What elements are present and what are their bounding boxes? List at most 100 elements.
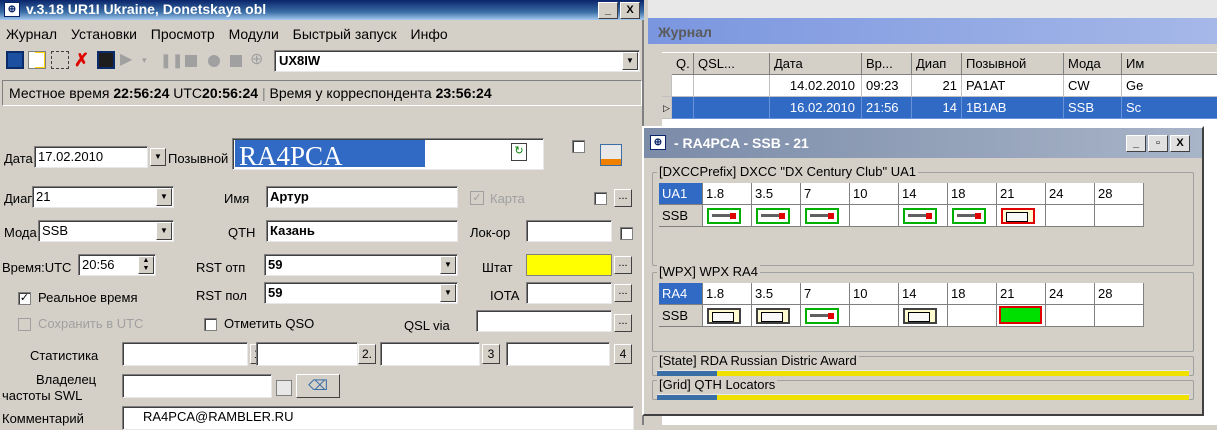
stat-button-4[interactable]: 4 <box>614 344 632 364</box>
iota-more-button[interactable]: ... <box>614 284 632 302</box>
band-status-cell[interactable] <box>1095 305 1144 327</box>
col-callsign[interactable]: Позывной <box>962 53 1064 75</box>
table-row[interactable]: 14.02.2010 09:23 21 PA1AT CW Ge <box>662 75 1217 97</box>
qsl-via-label: QSL via <box>404 318 450 333</box>
rst-rcvd-combo[interactable]: 59 ▼ <box>264 282 458 304</box>
chevron-down-icon[interactable]: ▼ <box>440 284 456 302</box>
band-status-cell[interactable] <box>1095 205 1144 227</box>
iota-input[interactable] <box>526 282 612 304</box>
col-qsl[interactable]: QSL... <box>694 53 770 75</box>
minimize-button[interactable]: _ <box>598 2 618 19</box>
stop2-icon[interactable] <box>230 55 242 67</box>
band-status-cell[interactable] <box>801 205 850 227</box>
map-option-checkbox[interactable] <box>594 192 607 205</box>
dxcc-table: UA1 SSB 1.8 3.5 7 10 14 18 21 24 28 <box>659 183 1193 229</box>
locator-checkbox[interactable] <box>620 227 633 240</box>
cancel-edit-icon[interactable]: ✗ <box>74 51 92 69</box>
band-status-cell[interactable] <box>948 305 997 327</box>
eraser-button[interactable]: ⌫ <box>296 374 340 398</box>
date-field[interactable]: 17.02.2010 <box>34 146 148 168</box>
new-file-icon[interactable] <box>28 51 46 69</box>
chevron-down-icon[interactable]: ▼ <box>156 222 172 240</box>
owner-swl-input[interactable] <box>122 374 272 398</box>
mode-combo[interactable]: SSB ▼ <box>38 220 174 242</box>
col-time[interactable]: Вр... <box>862 53 912 75</box>
name-input[interactable]: Артур <box>266 186 458 208</box>
band-combo[interactable]: 21 ▼ <box>32 186 174 208</box>
cell-callsign: 1B1AB <box>962 97 1064 119</box>
menu-settings[interactable]: Установки <box>71 26 137 42</box>
callsign-checkbox[interactable] <box>572 140 585 153</box>
band-status-cell[interactable] <box>850 205 899 227</box>
band-status-cell[interactable] <box>752 305 801 327</box>
stop-icon[interactable] <box>185 55 197 67</box>
comment-input[interactable]: RA4PCA@RAMBLER.RU <box>122 406 634 430</box>
qsl-via-more-button[interactable]: ... <box>614 314 632 332</box>
save-qso-icon[interactable] <box>600 144 622 166</box>
date-dropdown-button[interactable]: ▼ <box>150 148 166 166</box>
col-name[interactable]: Им <box>1122 53 1217 75</box>
record-icon[interactable] <box>208 55 220 67</box>
menu-quick-launch[interactable]: Быстрый запуск <box>293 26 397 42</box>
col-band[interactable]: Диап <box>912 53 962 75</box>
band-status-cell[interactable] <box>1046 305 1095 327</box>
chevron-down-icon[interactable]: ▼ <box>622 52 638 70</box>
map-more-button[interactable]: ... <box>614 189 632 207</box>
band-status-cell[interactable] <box>899 305 948 327</box>
realtime-checkbox[interactable]: ✓ <box>18 292 31 305</box>
menu-view[interactable]: Просмотр <box>151 26 215 42</box>
band-status-cell[interactable] <box>850 305 899 327</box>
rst-sent-combo[interactable]: 59 ▼ <box>264 254 458 276</box>
dropdown-small-icon[interactable]: ▾ <box>142 51 160 69</box>
save-icon[interactable] <box>6 51 24 69</box>
plug-icon[interactable]: ⊕ <box>250 51 268 69</box>
pause-icon[interactable]: ❚❚ <box>160 51 183 69</box>
maximize-button[interactable]: ▫ <box>1148 135 1168 152</box>
band-status-cell[interactable] <box>703 205 752 227</box>
close-button[interactable]: X <box>620 2 640 19</box>
time-input[interactable]: 20:56 ▲ ▼ <box>78 254 156 276</box>
menu-journal[interactable]: Журнал <box>6 26 57 42</box>
band-header-24: 24 <box>1046 183 1095 205</box>
minimize-button[interactable]: _ <box>1126 135 1146 152</box>
play-icon[interactable]: ▶ <box>120 51 138 69</box>
chevron-down-icon[interactable]: ▼ <box>440 256 456 274</box>
state-input[interactable] <box>526 254 612 276</box>
journal-title-bar[interactable]: Журнал <box>648 18 1217 44</box>
chevron-down-icon[interactable]: ▼ <box>156 188 172 206</box>
stat-button-3[interactable]: 3 <box>482 344 500 364</box>
mark-qso-checkbox[interactable] <box>204 318 217 331</box>
time-spinner[interactable]: ▲ ▼ <box>138 256 154 274</box>
band-status-cell[interactable] <box>997 305 1046 327</box>
qth-input[interactable]: Казань <box>266 220 458 242</box>
menu-modules[interactable]: Модули <box>229 26 279 42</box>
owner-checkbox[interactable] <box>276 380 292 396</box>
stat-field-1 <box>122 342 248 366</box>
menu-info[interactable]: Инфо <box>411 26 448 42</box>
table-row-selected[interactable]: ▷ 16.02.2010 21:56 14 1B1AB SSB Sc <box>662 97 1217 119</box>
band-status-cell[interactable] <box>801 305 850 327</box>
col-q[interactable]: Q. <box>672 53 694 75</box>
col-mode[interactable]: Мода <box>1064 53 1122 75</box>
popup-title-bar[interactable]: ⊕ - RA4PCA - SSB - 21 _ ▫ X <box>644 128 1202 158</box>
band-status-cell[interactable] <box>1046 205 1095 227</box>
stat-button-2[interactable]: 2. <box>358 344 376 364</box>
band-status-cell[interactable] <box>703 305 752 327</box>
band-status-cell[interactable] <box>997 205 1046 227</box>
close-button[interactable]: X <box>1170 135 1190 152</box>
disk-icon[interactable] <box>97 51 115 69</box>
state-more-button[interactable]: ... <box>614 256 632 274</box>
col-date[interactable]: Дата <box>770 53 862 75</box>
main-title-bar[interactable]: ⊕ v.3.18 UR1I Ukraine, Donetskaya obl _ … <box>0 0 644 20</box>
locator-input[interactable] <box>526 220 612 242</box>
refresh-icon[interactable]: ↻ <box>511 143 527 161</box>
map-checkbox[interactable]: ✓ <box>470 191 484 205</box>
band-status-cell[interactable] <box>948 205 997 227</box>
network-icon[interactable] <box>51 51 69 69</box>
qsl-via-input[interactable] <box>476 310 612 332</box>
save-utc-checkbox[interactable] <box>18 318 31 331</box>
station-callsign-combo[interactable]: UX8IW ▼ <box>274 50 640 72</box>
band-status-cell[interactable] <box>752 205 801 227</box>
band-status-cell[interactable] <box>899 205 948 227</box>
callsign-input[interactable]: RA4PCA ↻ <box>232 138 544 170</box>
